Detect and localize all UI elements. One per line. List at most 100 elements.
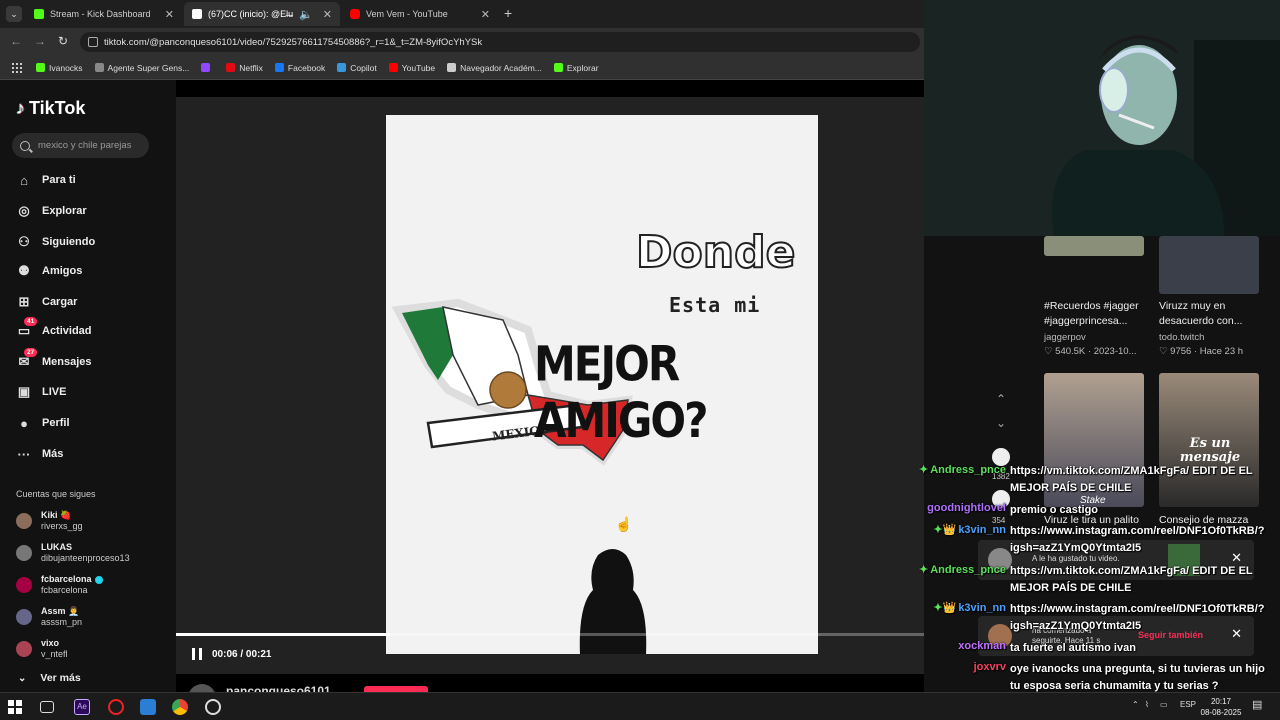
close-tab-icon[interactable]: ✕ xyxy=(481,8,490,21)
nav-item-para-ti[interactable]: ⌂ Para ti xyxy=(16,170,76,190)
address-bar-row: ← → ↻ tiktok.com/@panconqueso6101/video/… xyxy=(0,28,924,56)
reload-icon[interactable]: ↻ xyxy=(58,34,68,48)
nav-item-siguiendo[interactable]: ⚇ Siguiendo xyxy=(16,232,95,252)
bookmark-item[interactable] xyxy=(201,63,214,72)
close-tab-icon[interactable]: ✕ xyxy=(323,8,332,21)
back-arrow-icon[interactable]: ← xyxy=(10,34,22,48)
forward-arrow-icon[interactable]: → xyxy=(34,34,46,48)
bookmark-item[interactable]: Navegador Académ... xyxy=(447,63,542,73)
bookmark-item[interactable]: Agente Super Gens... xyxy=(94,63,189,73)
video-caption-mejor-amigo: MEJOR AMIGO? xyxy=(534,335,708,449)
bookmark-favicon-icon xyxy=(36,63,45,72)
tab-search-button[interactable]: ⌄ xyxy=(6,6,22,22)
opera-icon[interactable] xyxy=(108,699,124,715)
video-progress-bar[interactable] xyxy=(176,633,924,636)
chrome-icon[interactable] xyxy=(172,699,188,715)
related-video-channel[interactable]: jaggerpov xyxy=(1044,332,1086,343)
obs-icon[interactable] xyxy=(205,699,221,715)
app-icon[interactable] xyxy=(140,699,156,715)
followed-account[interactable]: vixo v_ntefl xyxy=(16,638,68,660)
language-indicator[interactable]: ESP xyxy=(1180,700,1196,709)
followed-account[interactable]: LUKAS dibujanteenproceso13 xyxy=(16,542,130,564)
bookmark-item[interactable]: YouTube xyxy=(388,63,435,73)
chat-username: ✦ Andress_pnce xyxy=(918,464,1006,476)
windows-start-icon[interactable] xyxy=(8,700,22,714)
bookmark-favicon-icon xyxy=(94,63,104,72)
mute-tab-icon[interactable]: 🔈 xyxy=(299,8,313,21)
related-video-title[interactable]: #Recuerdos #jagger #jaggerprincesa... xyxy=(1044,299,1156,329)
search-box[interactable] xyxy=(12,133,149,158)
system-clock[interactable]: 20:17 08-08-2025 xyxy=(1200,696,1242,718)
webcam-person xyxy=(924,0,1280,236)
hand-cursor-icon: ☝ xyxy=(615,516,633,532)
thumbnail-overlay-text: Es un mensaje xyxy=(1179,436,1241,465)
network-icon[interactable]: ⌇ xyxy=(1145,700,1149,709)
related-video-channel[interactable]: todo.twitch xyxy=(1159,332,1204,343)
apps-grid-icon[interactable] xyxy=(12,62,22,73)
nav-item-live[interactable]: ▣ LIVE xyxy=(16,382,67,402)
after-effects-icon[interactable]: Ae xyxy=(74,699,90,715)
browser-tab-bar: ⌄ Stream - Kick Dashboard ✕ (67)CC (inic… xyxy=(0,0,924,28)
nav-item-actividad[interactable]: ▭ 41 Actividad xyxy=(16,317,92,341)
bookmark-item[interactable]: Ivanocks xyxy=(36,63,83,73)
pause-icon[interactable] xyxy=(192,648,202,660)
nav-item-explorar[interactable]: ◎ Explorar xyxy=(16,201,86,221)
bookmark-favicon-icon xyxy=(388,63,398,72)
nav-item-cargar[interactable]: ⊞ Cargar xyxy=(16,292,78,312)
url-field[interactable]: tiktok.com/@panconqueso6101/video/752925… xyxy=(80,32,920,52)
tiktok-note-icon: ♪ xyxy=(16,98,25,118)
notification-center-icon[interactable]: ▤ xyxy=(1252,698,1262,711)
bookmark-item[interactable]: Explorar xyxy=(553,63,599,73)
chat-badge-icon: ✦👑 xyxy=(933,524,957,536)
tiktok-logo[interactable]: ♪ TikTok xyxy=(16,98,85,119)
scroll-up-icon[interactable]: ⌃ xyxy=(996,392,1006,406)
see-more-button[interactable]: ⌄ Ver más xyxy=(18,672,81,684)
tab-tiktok[interactable]: (67)CC (inicio): @El̶u̶c̶h̶ro_... 🔈 ✕ xyxy=(184,2,340,26)
followed-account[interactable]: fcbarcelona fcbarcelona xyxy=(16,574,103,596)
video-player[interactable]: Donde Esta mi MEXICO MEJOR AMIGO? ☝ 00:0… xyxy=(176,80,924,712)
search-icon xyxy=(20,140,30,151)
home-icon: ⌂ xyxy=(20,172,28,188)
nav-item-mensajes[interactable]: ✉ 27 Mensajes xyxy=(16,348,92,372)
video-caption-donde: Donde xyxy=(635,226,796,279)
video-thumbnail[interactable] xyxy=(1159,236,1259,294)
avatar xyxy=(16,577,32,593)
chat-message: premio o castigo xyxy=(1010,504,1099,516)
playback-controls: 00:06 / 00:21 xyxy=(192,648,272,660)
display-icon[interactable]: ▭ xyxy=(1160,700,1168,709)
close-tab-icon[interactable]: ✕ xyxy=(165,8,174,21)
chat-message: ta fuerte el autismo ivan xyxy=(1010,642,1136,654)
chat-username: joxvrv xyxy=(973,661,1006,673)
windows-taskbar: Ae ⌃ ⌇ ▭ ESP 20:17 08-08-2025 ▤ xyxy=(0,692,1280,720)
bookmark-item[interactable]: Netflix xyxy=(226,63,263,73)
following-accounts-header: Cuentas que sigues xyxy=(16,489,96,499)
video-thumbnail[interactable] xyxy=(1044,236,1144,256)
followed-account[interactable]: Kiki 🍓 riverxs_gg xyxy=(16,510,83,532)
bookmark-item[interactable]: Facebook xyxy=(274,63,325,73)
site-info-icon[interactable] xyxy=(88,37,98,47)
tab-youtube[interactable]: Vem Vem - YouTube ✕ xyxy=(342,2,498,26)
search-input[interactable] xyxy=(38,140,143,151)
tiktok-favicon-icon xyxy=(192,9,202,19)
tray-chevron-icon[interactable]: ⌃ xyxy=(1132,700,1139,709)
task-view-icon[interactable] xyxy=(40,701,54,713)
nav-item-m-s[interactable]: ··· Más xyxy=(16,444,64,464)
video-frame[interactable]: Donde Esta mi MEXICO MEJOR AMIGO? ☝ xyxy=(386,115,818,654)
chat-message: https://vm.tiktok.com/ZMA1kFgFa/ EDIT DE… xyxy=(1010,565,1253,594)
chat-badge-icon: ✦ xyxy=(918,564,929,576)
followed-account[interactable]: Assm 👨‍💼 asssm_pn xyxy=(16,606,82,628)
youtube-favicon-icon xyxy=(350,9,360,19)
tab-kick-dashboard[interactable]: Stream - Kick Dashboard ✕ xyxy=(26,2,182,26)
nav-item-amigos[interactable]: ⚉ Amigos xyxy=(16,261,82,281)
related-video-title[interactable]: Viruzz muy en desacuerdo con... xyxy=(1159,299,1269,329)
bookmark-item[interactable]: Copilot xyxy=(337,63,377,73)
bookmarks-bar: Ivanocks Agente Super Gens... Netflix Faceb… xyxy=(0,56,924,80)
new-tab-button[interactable]: + xyxy=(504,5,512,21)
nav-item-perfil[interactable]: ● Perfil xyxy=(16,413,69,433)
user-follow-icon: ⚇ xyxy=(18,234,30,249)
scroll-down-icon[interactable]: ⌄ xyxy=(996,416,1006,430)
friends-icon: ⚉ xyxy=(18,263,30,278)
kick-favicon-icon xyxy=(34,9,44,19)
activity-icon: ▭ 41 xyxy=(16,317,38,339)
notification-badge: 27 xyxy=(24,348,38,357)
